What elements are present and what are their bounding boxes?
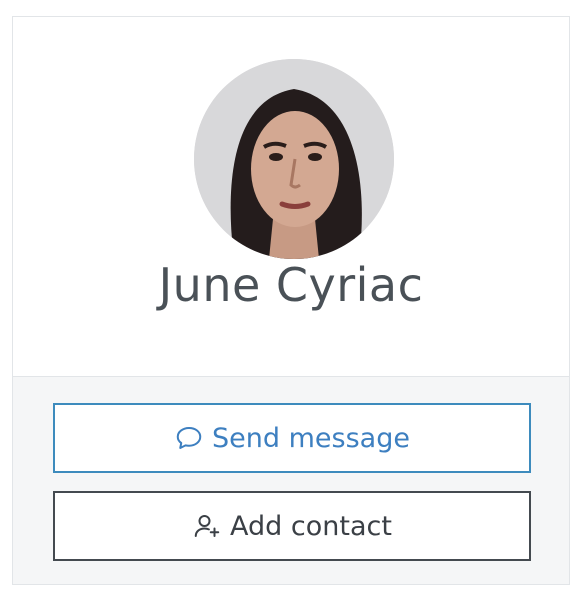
avatar <box>194 59 394 259</box>
profile-header: June Cyriac <box>13 17 569 377</box>
add-user-icon <box>192 511 222 541</box>
add-contact-button[interactable]: Add contact <box>53 491 531 561</box>
add-contact-label: Add contact <box>230 510 392 542</box>
profile-card: June Cyriac Send message Add contact <box>12 16 570 585</box>
chat-bubble-icon <box>174 423 204 453</box>
profile-name: June Cyriac <box>158 258 424 312</box>
profile-actions: Send message Add contact <box>13 377 569 584</box>
avatar-photo <box>194 59 394 259</box>
send-message-button[interactable]: Send message <box>53 403 531 473</box>
send-message-label: Send message <box>212 422 410 454</box>
